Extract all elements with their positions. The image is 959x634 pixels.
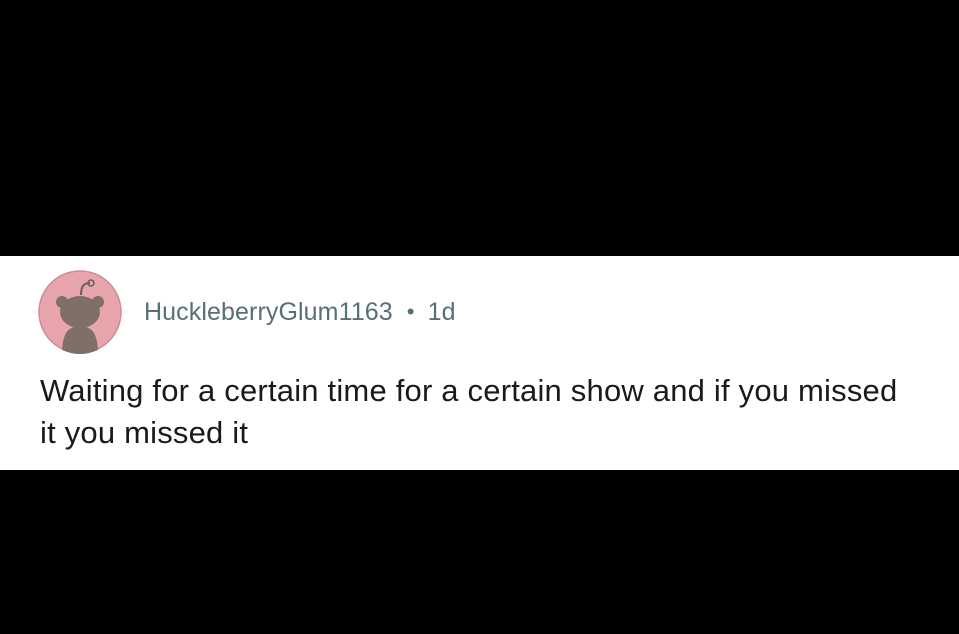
- comment-meta: HuckleberryGlum1163 • 1d: [144, 296, 456, 328]
- comment-card: HuckleberryGlum1163 • 1d Waiting for a c…: [0, 256, 959, 470]
- meta-separator: •: [406, 299, 415, 324]
- avatar[interactable]: [38, 270, 122, 354]
- screenshot-frame: HuckleberryGlum1163 • 1d Waiting for a c…: [0, 0, 959, 634]
- author-username[interactable]: HuckleberryGlum1163: [144, 298, 393, 327]
- reddit-snoo-avatar-icon: [38, 270, 122, 354]
- comment-body: Waiting for a certain time for a certain…: [40, 373, 898, 450]
- comment-age: 1d: [427, 297, 456, 326]
